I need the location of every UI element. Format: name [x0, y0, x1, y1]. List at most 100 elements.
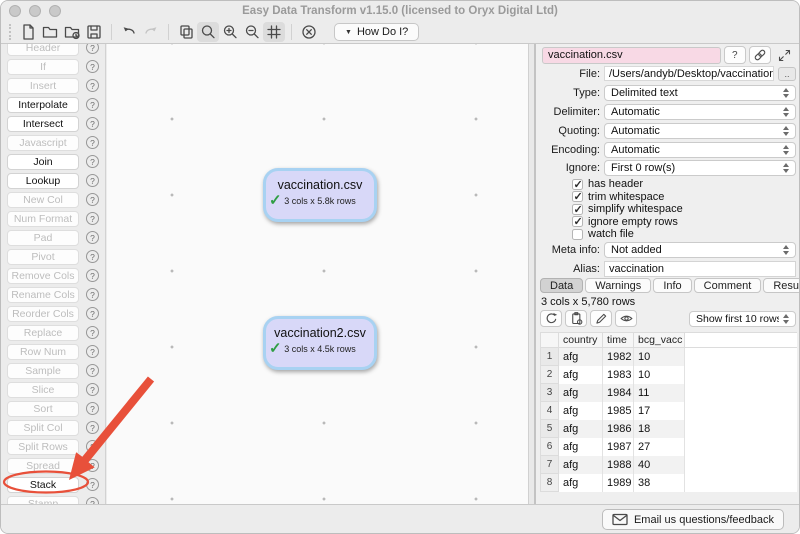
copy-data-button[interactable] — [565, 310, 587, 327]
help-icon[interactable]: ? — [86, 98, 99, 111]
transform-button[interactable]: Slice — [7, 382, 79, 398]
help-icon[interactable]: ? — [86, 478, 99, 491]
checkbox[interactable] — [572, 204, 583, 215]
transform-button[interactable]: Reorder Cols — [7, 306, 79, 322]
transform-button[interactable]: Join — [7, 154, 79, 170]
help-icon[interactable]: ? — [86, 421, 99, 434]
ignore-rows-value: First 0 row(s) — [611, 162, 779, 174]
help-icon[interactable]: ? — [86, 459, 99, 472]
zoom-in-button[interactable] — [219, 22, 241, 42]
help-icon[interactable]: ? — [86, 231, 99, 244]
checkbox[interactable] — [572, 216, 583, 227]
transform-button[interactable]: Insert — [7, 78, 79, 94]
status-bar: Email us questions/feedback — [1, 504, 799, 533]
save-button[interactable] — [83, 22, 105, 42]
expand-button[interactable] — [774, 46, 796, 64]
link-button[interactable] — [749, 46, 771, 64]
transform-button[interactable]: Pad — [7, 230, 79, 246]
zoom-out-button[interactable] — [241, 22, 263, 42]
dataset-node-vaccination[interactable]: ✓ vaccination.csv 3 cols x 5.8k rows — [263, 168, 377, 222]
new-file-button[interactable] — [17, 22, 39, 42]
meta-info-select[interactable]: Not added — [604, 242, 796, 258]
transform-button[interactable]: Row Num — [7, 344, 79, 360]
help-icon[interactable]: ? — [86, 193, 99, 206]
help-icon[interactable]: ? — [86, 136, 99, 149]
help-button[interactable]: ? — [724, 46, 746, 64]
column-header-bcg-vacc[interactable]: bcg_vacc — [634, 333, 685, 348]
inspector-tab[interactable]: Info — [653, 278, 691, 293]
inspector-tab[interactable]: Comment — [694, 278, 762, 293]
transform-button[interactable]: If — [7, 59, 79, 75]
transform-button[interactable]: Spread — [7, 458, 79, 474]
redo-button[interactable] — [140, 22, 162, 42]
toggle-grid-button[interactable] — [263, 22, 285, 42]
dataset-node-vaccination2[interactable]: ✓ vaccination2.csv 3 cols x 4.5k rows — [263, 316, 377, 370]
transform-button[interactable]: Split Col — [7, 420, 79, 436]
open-file-button[interactable] — [39, 22, 61, 42]
transform-button[interactable]: Sort — [7, 401, 79, 417]
transform-button[interactable]: New Col — [7, 192, 79, 208]
transform-button[interactable]: Stack — [7, 477, 79, 493]
help-icon[interactable]: ? — [86, 117, 99, 130]
panel-divider[interactable] — [528, 44, 535, 504]
edit-data-button[interactable] — [590, 310, 612, 327]
help-icon[interactable]: ? — [86, 345, 99, 358]
transform-button[interactable]: Replace — [7, 325, 79, 341]
help-icon[interactable]: ? — [86, 44, 99, 54]
flow-canvas[interactable]: ✓ vaccination.csv 3 cols x 5.8k rows ✓ v… — [107, 44, 528, 504]
refresh-button[interactable] — [540, 310, 562, 327]
open-recent-button[interactable] — [61, 22, 83, 42]
help-icon[interactable]: ? — [86, 155, 99, 168]
pan-zoom-tool-button[interactable] — [197, 22, 219, 42]
email-feedback-button[interactable]: Email us questions/feedback — [602, 509, 784, 530]
help-icon[interactable]: ? — [86, 79, 99, 92]
help-icon[interactable]: ? — [86, 60, 99, 73]
transform-button[interactable]: Header — [7, 44, 79, 56]
show-rows-select[interactable]: Show first 10 rows — [689, 311, 796, 327]
duplicate-button[interactable] — [175, 22, 197, 42]
checkbox[interactable] — [572, 179, 583, 190]
transform-button[interactable]: Javascript — [7, 135, 79, 151]
help-icon[interactable]: ? — [86, 383, 99, 396]
checkbox[interactable] — [572, 191, 583, 202]
dropdown-select[interactable]: Delimited text — [604, 85, 796, 101]
dropdown-select[interactable]: Automatic — [604, 123, 796, 139]
transform-button[interactable]: Stamp — [7, 496, 79, 505]
item-name-input[interactable] — [542, 47, 721, 64]
help-icon[interactable]: ? — [86, 402, 99, 415]
column-header-time[interactable]: time — [603, 333, 634, 348]
help-icon[interactable]: ? — [86, 364, 99, 377]
alias-input[interactable] — [604, 261, 796, 277]
help-icon[interactable]: ? — [86, 307, 99, 320]
transform-button[interactable]: Remove Cols — [7, 268, 79, 284]
ignore-rows-stepper[interactable]: First 0 row(s) — [604, 160, 796, 176]
help-icon[interactable]: ? — [86, 269, 99, 282]
help-icon[interactable]: ? — [86, 326, 99, 339]
help-icon[interactable]: ? — [86, 440, 99, 453]
column-header-country[interactable]: country — [559, 333, 603, 348]
view-data-button[interactable] — [615, 310, 637, 327]
transform-button[interactable]: Sample — [7, 363, 79, 379]
how-do-i-button[interactable]: ▼ How Do I? — [334, 23, 419, 41]
transform-button[interactable]: Rename Cols — [7, 287, 79, 303]
inspector-tab[interactable]: Warnings — [585, 278, 651, 293]
help-icon[interactable]: ? — [86, 288, 99, 301]
cancel-processing-button[interactable] — [298, 22, 320, 42]
dropdown-select[interactable]: Automatic — [604, 142, 796, 158]
help-icon[interactable]: ? — [86, 250, 99, 263]
dropdown-select[interactable]: Automatic — [604, 104, 796, 120]
checkbox[interactable] — [572, 229, 583, 240]
inspector-tab[interactable]: Data — [540, 278, 583, 293]
transform-button[interactable]: Intersect — [7, 116, 79, 132]
transform-button[interactable]: Num Format — [7, 211, 79, 227]
inspector-tab[interactable]: Results — [763, 278, 800, 293]
browse-file-button[interactable]: .. — [778, 67, 796, 81]
transform-button[interactable]: Pivot — [7, 249, 79, 265]
transform-button[interactable]: Interpolate — [7, 97, 79, 113]
transform-button[interactable]: Split Rows — [7, 439, 79, 455]
transform-button[interactable]: Lookup — [7, 173, 79, 189]
undo-button[interactable] — [118, 22, 140, 42]
help-icon[interactable]: ? — [86, 497, 99, 504]
help-icon[interactable]: ? — [86, 174, 99, 187]
help-icon[interactable]: ? — [86, 212, 99, 225]
